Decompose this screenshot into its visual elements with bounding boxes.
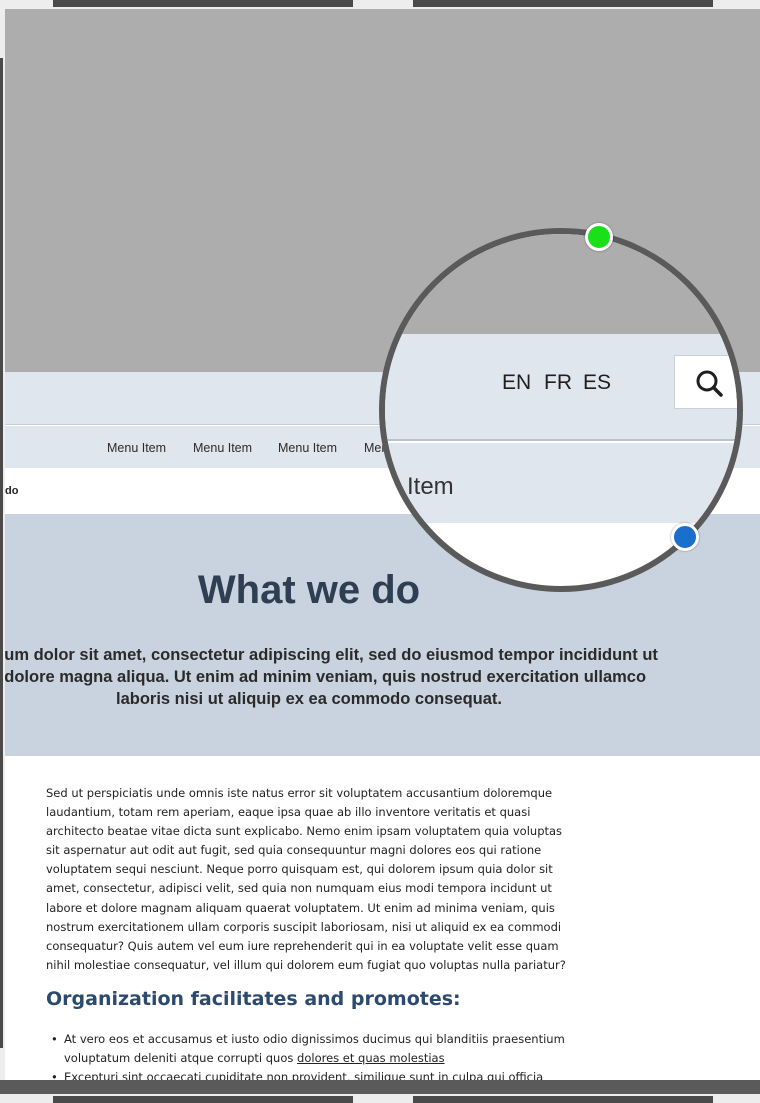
- lens-resize-handle[interactable]: [671, 523, 699, 551]
- frame-bottom-bar-right: [413, 1096, 713, 1103]
- section-heading: Organization facilitates and promotes:: [46, 988, 461, 1010]
- body-paragraph: Sed ut perspiciatis unde omnis iste natu…: [46, 786, 566, 972]
- lens-hero-area: [385, 234, 737, 334]
- language-fr[interactable]: FR: [544, 371, 572, 395]
- frame-top-bar-right: [413, 0, 713, 7]
- nav-item-3[interactable]: Menu Item: [278, 441, 337, 455]
- bullet-link[interactable]: dolores et quas molestias: [297, 1051, 445, 1065]
- lens-header: EN FR ES: [385, 334, 737, 441]
- frame-left-rail: [0, 58, 3, 1048]
- list-item: Excepturi sint occaecati cupiditate non …: [46, 1068, 571, 1080]
- frame-bottom-bar-left: [53, 1096, 353, 1103]
- banner-text-line-3: laboris nisi ut aliquip ex ea commodo co…: [116, 690, 502, 708]
- banner-text-line-1: psum dolor sit amet, consectetur adipisc…: [5, 646, 658, 664]
- nav-item-1[interactable]: Menu Item: [107, 441, 166, 455]
- main-content: Sed ut perspiciatis unde omnis iste natu…: [46, 784, 571, 1080]
- search-icon: [696, 370, 723, 397]
- list-item: At vero eos et accusamus et iusto odio d…: [46, 1030, 571, 1068]
- language-es[interactable]: ES: [583, 371, 611, 395]
- search-button[interactable]: [674, 355, 737, 409]
- language-en[interactable]: EN: [502, 371, 531, 395]
- lens-top-handle[interactable]: [585, 223, 613, 251]
- banner-text-line-2: et dolore magna aliqua. Ut enim ad minim…: [5, 668, 647, 686]
- frame-bottom-strip: [0, 1080, 760, 1094]
- lens-nav-item[interactable]: Item: [407, 473, 454, 501]
- frame-top-bar-left: [53, 0, 353, 7]
- lens-nav: Item: [385, 443, 737, 523]
- nav-item-2[interactable]: Menu Item: [193, 441, 252, 455]
- bullet-list: At vero eos et accusamus et iusto odio d…: [46, 1030, 571, 1080]
- breadcrumb-current: do: [5, 485, 19, 497]
